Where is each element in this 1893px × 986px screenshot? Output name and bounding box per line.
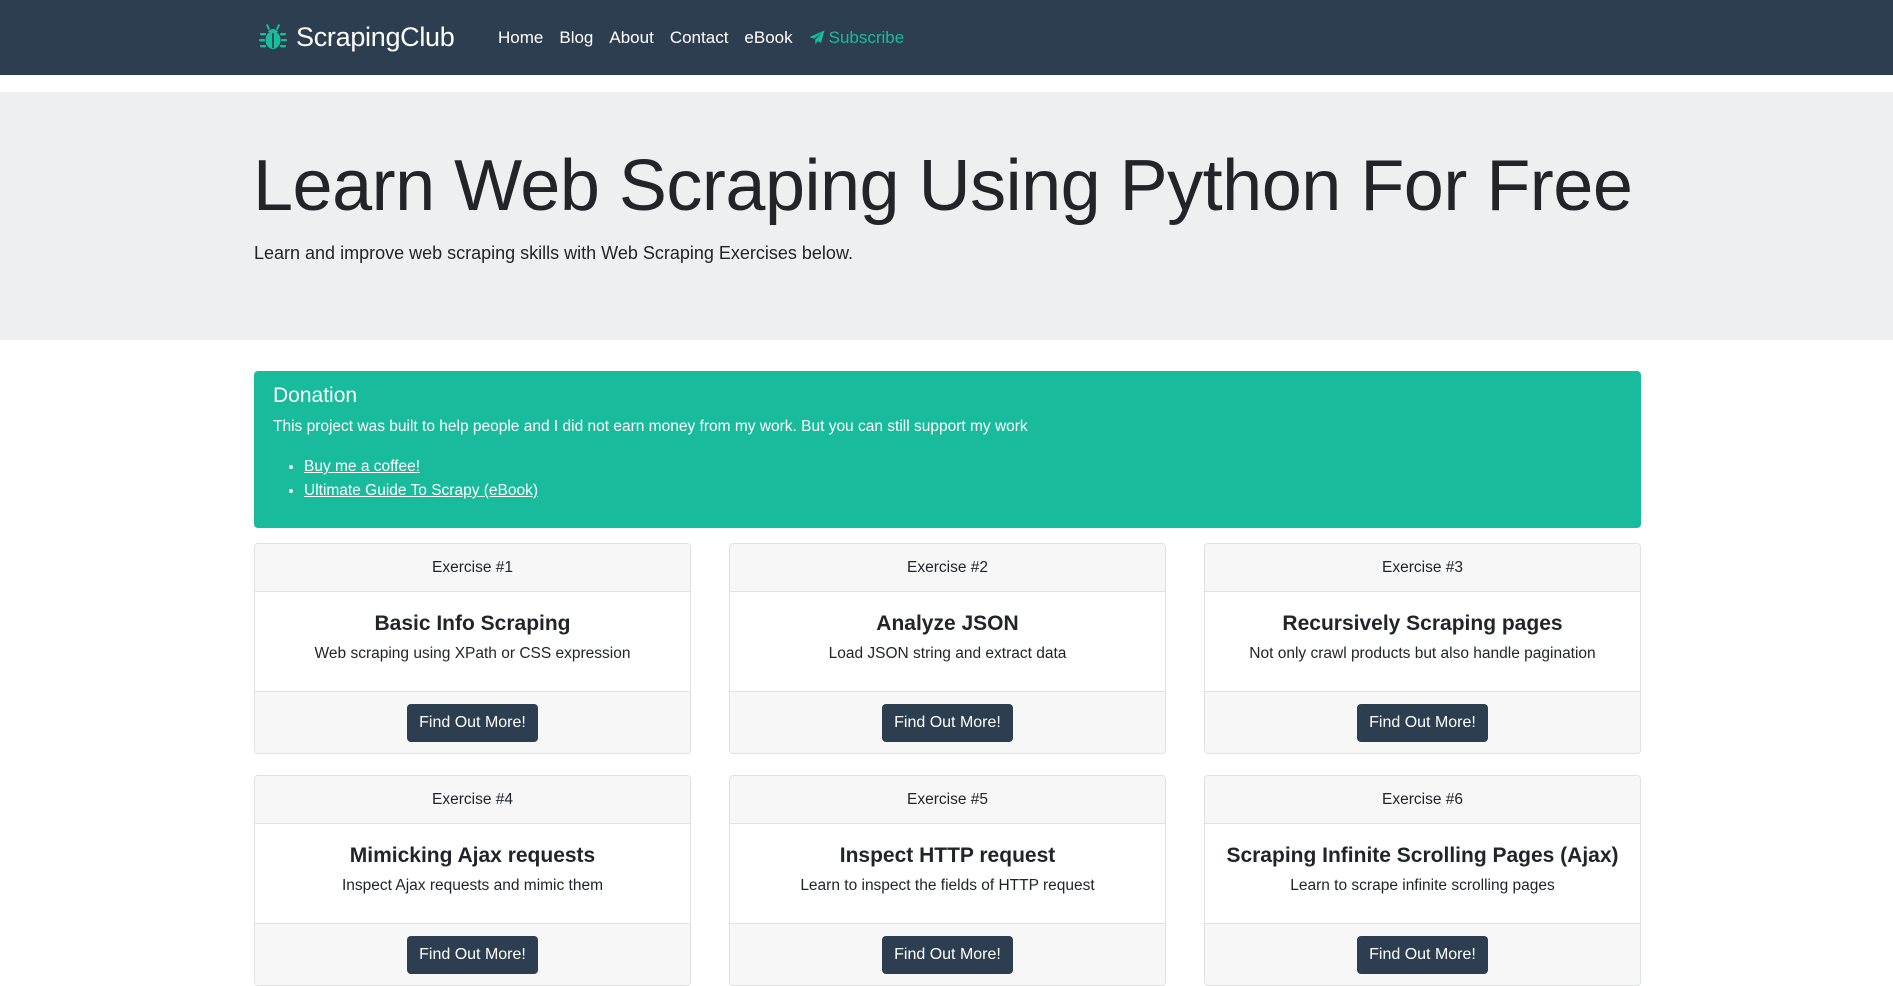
exercise-card-2: Exercise #2 Analyze JSON Load JSON strin…	[729, 543, 1166, 754]
exercise-number: Exercise #5	[730, 776, 1165, 824]
main-nav: Home Blog About Contact eBook Subscribe	[490, 0, 912, 75]
exercise-number: Exercise #2	[730, 544, 1165, 592]
nav-subscribe-label: Subscribe	[828, 27, 905, 47]
nav-blog[interactable]: Blog	[551, 28, 601, 48]
find-out-more-button[interactable]: Find Out More!	[407, 935, 538, 974]
exercise-number: Exercise #1	[255, 544, 690, 592]
exercise-card-3: Exercise #3 Recursively Scraping pages N…	[1204, 543, 1641, 754]
nav-home[interactable]: Home	[490, 28, 551, 48]
exercise-title: Inspect HTTP request	[839, 844, 1056, 867]
nav-about[interactable]: About	[601, 28, 661, 48]
exercise-card-5: Exercise #5 Inspect HTTP request Learn t…	[729, 775, 1166, 986]
exercise-number: Exercise #3	[1205, 544, 1640, 592]
find-out-more-button[interactable]: Find Out More!	[1357, 935, 1488, 974]
donation-text: This project was built to help people an…	[273, 418, 1028, 435]
find-out-more-button[interactable]: Find Out More!	[1357, 703, 1488, 742]
find-out-more-button[interactable]: Find Out More!	[882, 703, 1013, 742]
exercise-card-4: Exercise #4 Mimicking Ajax requests Insp…	[254, 775, 691, 986]
exercise-card-6: Exercise #6 Scraping Infinite Scrolling …	[1204, 775, 1641, 986]
exercise-number: Exercise #4	[255, 776, 690, 824]
nav-subscribe[interactable]: Subscribe	[801, 28, 913, 48]
buy-coffee-link[interactable]: Buy me a coffee!	[304, 458, 420, 475]
bug-icon	[259, 24, 287, 49]
brand-name: ScrapingClub	[296, 21, 455, 52]
exercise-description: Learn to scrape infinite scrolling pages	[1290, 877, 1555, 894]
exercise-title: Mimicking Ajax requests	[349, 844, 596, 867]
brand-link[interactable]: ScrapingClub	[258, 19, 455, 55]
donation-links: Buy me a coffee! Ultimate Guide To Scrap…	[286, 455, 538, 503]
paper-plane-icon	[809, 30, 825, 44]
find-out-more-button[interactable]: Find Out More!	[882, 935, 1013, 974]
exercise-title: Basic Info Scraping	[374, 612, 571, 635]
top-navbar: ScrapingClub Home Blog About Contact eBo…	[0, 0, 1893, 75]
exercise-description: Learn to inspect the fields of HTTP requ…	[800, 877, 1095, 894]
nav-ebook[interactable]: eBook	[736, 28, 800, 48]
donation-heading: Donation	[273, 384, 358, 407]
exercise-title: Analyze JSON	[876, 612, 1019, 635]
exercise-description: Load JSON string and extract data	[828, 645, 1067, 662]
exercise-description: Not only crawl products but also handle …	[1249, 645, 1596, 662]
nav-contact[interactable]: Contact	[662, 28, 737, 48]
exercise-number: Exercise #6	[1205, 776, 1640, 824]
donation-alert: Donation This project was built to help …	[254, 371, 1641, 528]
scrapy-ebook-link[interactable]: Ultimate Guide To Scrapy (eBook)	[304, 482, 538, 499]
exercise-description: Inspect Ajax requests and mimic them	[341, 877, 604, 894]
exercise-title: Recursively Scraping pages	[1282, 612, 1563, 635]
hero-lead: Learn and improve web scraping skills wi…	[254, 243, 853, 263]
exercise-card-1: Exercise #1 Basic Info Scraping Web scra…	[254, 543, 691, 754]
page-title: Learn Web Scraping Using Python For Free	[253, 146, 1633, 226]
find-out-more-button[interactable]: Find Out More!	[407, 703, 538, 742]
exercise-title: Scraping Infinite Scrolling Pages (Ajax)	[1226, 844, 1619, 867]
exercise-description: Web scraping using XPath or CSS expressi…	[314, 645, 631, 662]
